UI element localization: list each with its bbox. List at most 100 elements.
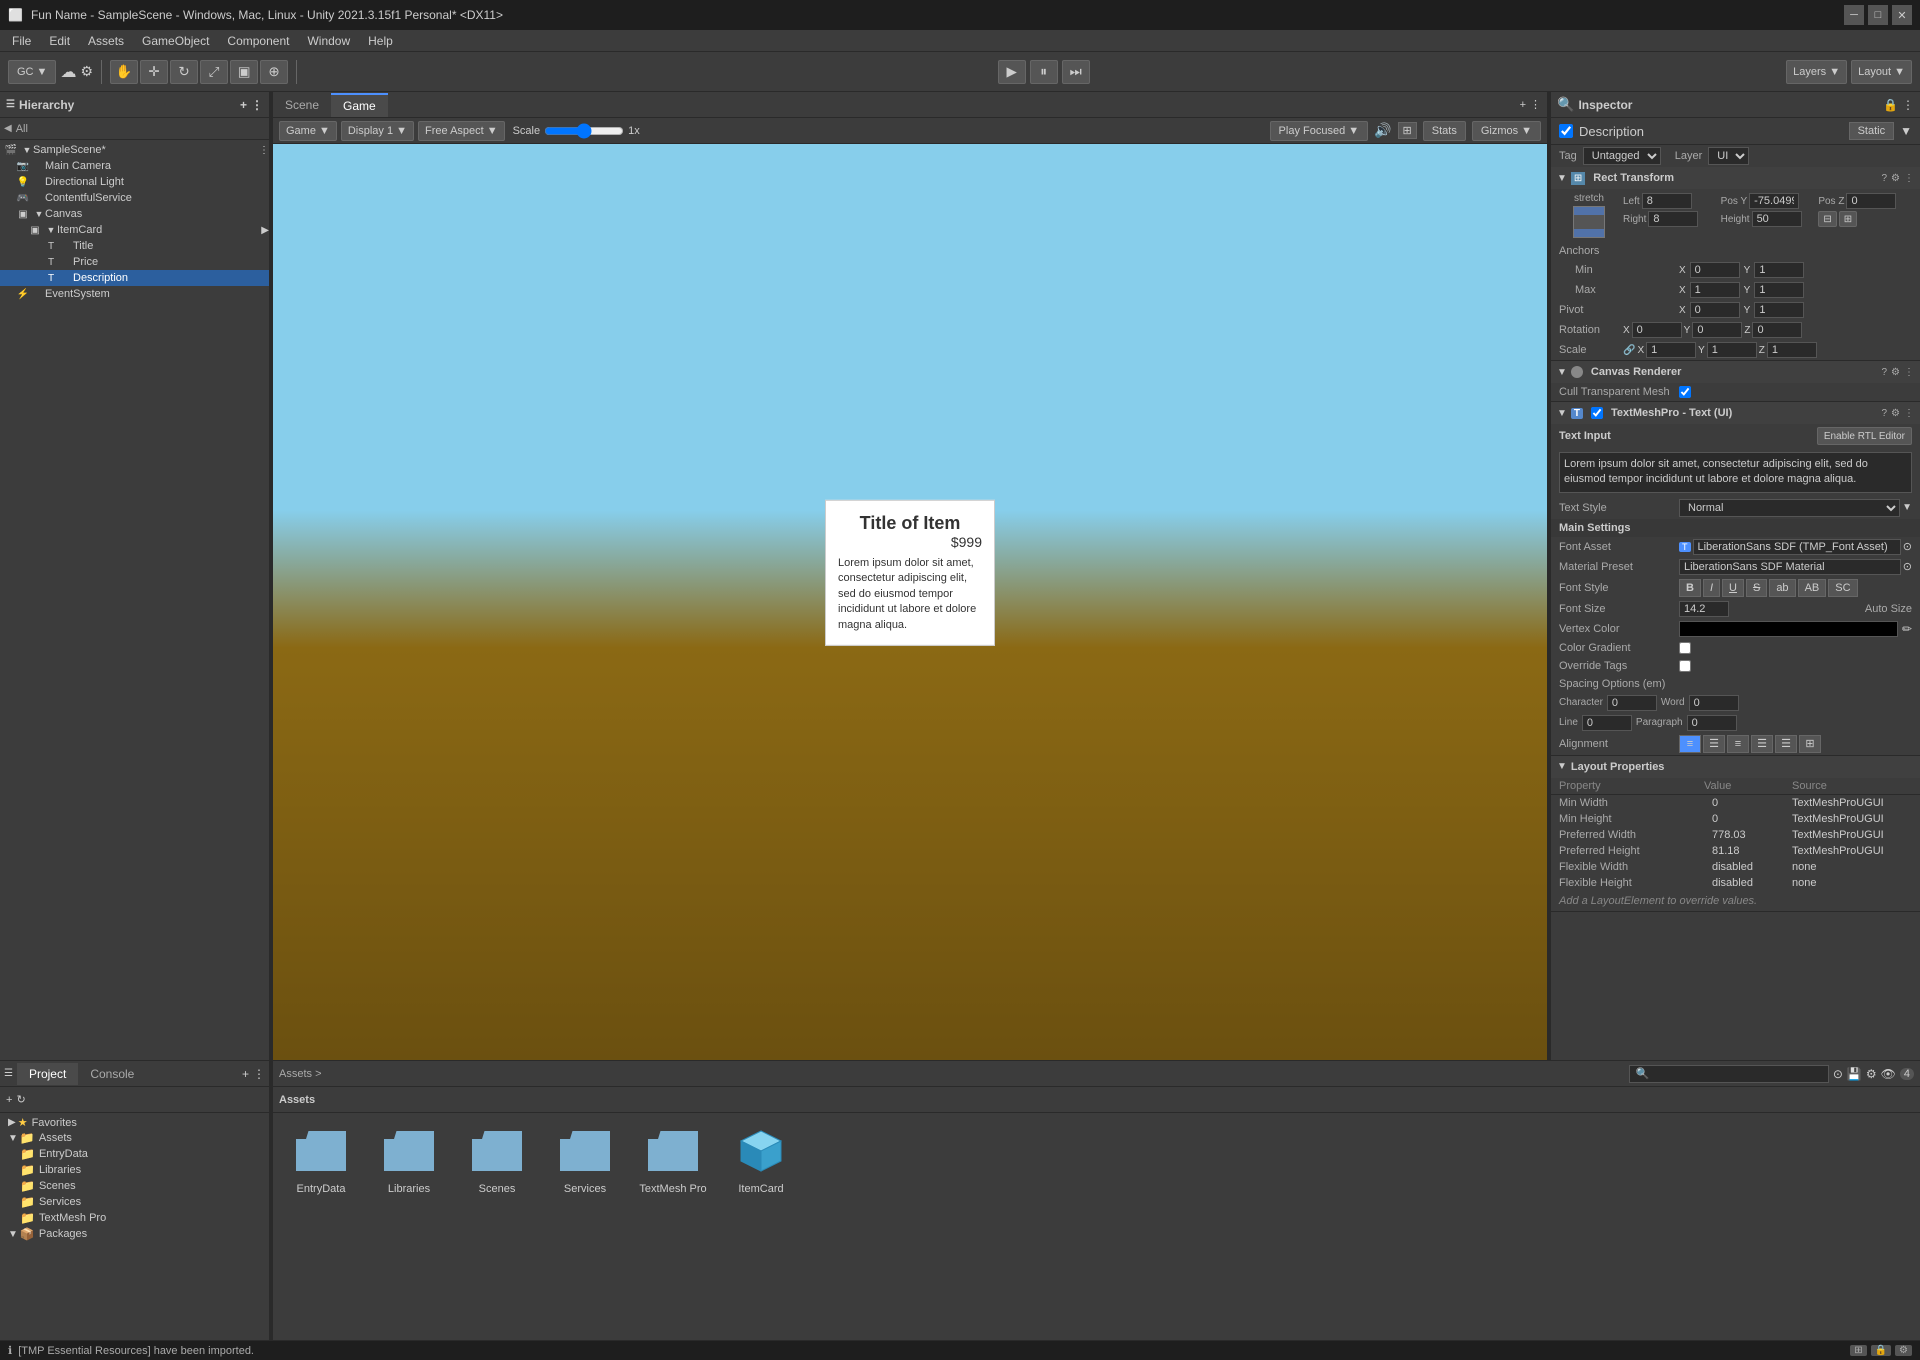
statusbar-btn2[interactable]: 🔒 [1871,1345,1891,1356]
rt-btn1[interactable]: ⊟ [1818,211,1836,227]
paragraph-input[interactable] [1687,715,1737,731]
project-add-icon[interactable]: + [242,1067,249,1081]
asset-eye-icon[interactable]: 👁 [1881,1067,1896,1081]
project-refresh-icon[interactable]: ↻ [16,1093,25,1106]
rot-z-input[interactable] [1752,322,1802,338]
fs-btn-ab-lower[interactable]: ab [1769,579,1795,597]
packages-item[interactable]: ▼ 📦 Packages [0,1226,269,1242]
move-tool[interactable]: ✛ [140,60,168,84]
tab-game[interactable]: Game [331,93,388,117]
pivot-x-input[interactable] [1690,302,1740,318]
new-folder-icon[interactable]: + [6,1094,12,1106]
menu-window[interactable]: Window [299,32,358,50]
cloud-icon[interactable]: ☁ [60,62,76,82]
layout-properties-header[interactable]: ▼ Layout Properties [1551,756,1920,778]
hand-tool[interactable]: ✋ [110,60,138,84]
canvas-renderer-header[interactable]: ▼ Canvas Renderer ? ⚙ ⋮ [1551,361,1920,383]
scene-menu-icon[interactable]: ⋮ [259,145,269,156]
rotate-tool[interactable]: ↻ [170,60,198,84]
asset-item-itemcard[interactable]: ItemCard [721,1121,801,1195]
fs-btn-bold[interactable]: B [1679,579,1701,597]
align-center-btn[interactable]: ☰ [1703,735,1725,753]
rt-btn2[interactable]: ⊞ [1839,211,1857,227]
scene-menu-icon[interactable]: ⋮ [1530,98,1541,111]
rot-y-input[interactable] [1692,322,1742,338]
scene-add-icon[interactable]: + [1520,99,1526,111]
game-dropdown[interactable]: Game ▼ [279,121,337,141]
sound-icon[interactable]: 🔊 [1374,122,1391,139]
account-button[interactable]: GC ▼ [8,60,56,84]
menu-gameobject[interactable]: GameObject [134,32,217,50]
scale-tool[interactable]: ⤢ [200,60,228,84]
aspect-dropdown[interactable]: Free Aspect ▼ [418,121,505,141]
font-size-input[interactable] [1679,601,1729,617]
tmp-active-checkbox[interactable] [1591,407,1603,419]
tab-project[interactable]: Project [17,1063,78,1085]
rt-settings-icon[interactable]: ⚙ [1891,173,1900,184]
hierarchy-menu-icon[interactable]: ⋮ [251,98,263,112]
menu-help[interactable]: Help [360,32,401,50]
text-style-dropdown[interactable]: Normal [1679,499,1900,517]
textmeshpro-item[interactable]: 📁 TextMesh Pro [0,1210,269,1226]
cull-checkbox[interactable] [1679,386,1691,398]
asset-item-scenes[interactable]: Scenes [457,1121,537,1195]
fs-btn-underline[interactable]: U [1722,579,1744,597]
min-x-input[interactable] [1690,262,1740,278]
asset-item-libraries[interactable]: Libraries [369,1121,449,1195]
hierarchy-item-contentfulservice[interactable]: 🎮 ContentfulService [0,190,269,206]
menu-edit[interactable]: Edit [41,32,78,50]
scale-x-input[interactable] [1646,342,1696,358]
hierarchy-add-icon[interactable]: + [240,98,247,112]
hierarchy-item-maincamera[interactable]: 📷 Main Camera [0,158,269,174]
align-geo-btn[interactable]: ⊞ [1799,735,1821,753]
max-x-input[interactable] [1690,282,1740,298]
assets-root-item[interactable]: ▼ 📁 Assets [0,1130,269,1146]
word-input[interactable] [1689,695,1739,711]
stats-button[interactable]: Stats [1423,121,1466,141]
step-button[interactable]: ⏭ [1062,60,1090,84]
color-gradient-checkbox[interactable] [1679,642,1691,654]
scale-z-input[interactable] [1767,342,1817,358]
hierarchy-item-description[interactable]: T Description [0,270,269,286]
scale-slider[interactable] [544,124,624,138]
asset-item-textmeshpro[interactable]: TextMesh Pro [633,1121,713,1195]
asset-save-icon[interactable]: 💾 [1847,1067,1862,1081]
cr-settings-icon[interactable]: ⚙ [1891,367,1900,378]
align-right-btn[interactable]: ≡ [1727,735,1749,753]
statusbar-btn3[interactable]: ⚙ [1895,1345,1912,1356]
override-tags-checkbox[interactable] [1679,660,1691,672]
hierarchy-item-eventsystem[interactable]: ⚡ EventSystem [0,286,269,302]
layout-dropdown[interactable]: Layout ▼ [1851,60,1912,84]
hierarchy-item-canvas[interactable]: ▣ ▼ Canvas [0,206,269,222]
inspector-lock-icon[interactable]: 🔒 [1883,98,1898,112]
fs-btn-italic[interactable]: I [1703,579,1720,597]
anchor-preset-box[interactable] [1573,206,1605,238]
pause-button[interactable]: ⏸ [1030,60,1058,84]
align-left-btn[interactable]: ≡ [1679,735,1701,753]
hierarchy-item-itemcard[interactable]: ▣ ▼ ItemCard ▶ [0,222,269,238]
line-input[interactable] [1582,715,1632,731]
cr-question-icon[interactable]: ? [1881,367,1887,378]
rect-transform-header[interactable]: ▼ ⊞ Rect Transform ? ⚙ ⋮ [1551,167,1920,189]
menu-component[interactable]: Component [219,32,297,50]
hierarchy-item-price[interactable]: T Price [0,254,269,270]
enable-rtl-button[interactable]: Enable RTL Editor [1817,427,1912,445]
max-y-input[interactable] [1754,282,1804,298]
hierarchy-item-samplescene[interactable]: 🎬 ▼ SampleScene* ⋮ [0,142,269,158]
hierarchy-item-title[interactable]: T Title [0,238,269,254]
itemcard-arrow-right-icon[interactable]: ▶ [261,225,269,236]
libraries-item[interactable]: 📁 Libraries [0,1162,269,1178]
statusbar-btn1[interactable]: ⊞ [1850,1345,1866,1356]
min-y-input[interactable] [1754,262,1804,278]
rt-posz-input[interactable] [1846,193,1896,209]
material-preset-pick-icon[interactable]: ⊙ [1903,560,1912,573]
rt-question-icon[interactable]: ? [1881,173,1887,184]
stats-icon[interactable]: ⊞ [1398,122,1417,139]
menu-file[interactable]: File [4,32,39,50]
tmp-menu-icon[interactable]: ⋮ [1904,408,1914,419]
menu-assets[interactable]: Assets [80,32,132,50]
tmp-settings-icon[interactable]: ⚙ [1891,408,1900,419]
tmp-text-input[interactable]: Lorem ipsum dolor sit amet, consectetur … [1559,452,1912,493]
vertex-color-swatch[interactable] [1679,621,1898,637]
gizmos-button[interactable]: Gizmos ▼ [1472,121,1541,141]
